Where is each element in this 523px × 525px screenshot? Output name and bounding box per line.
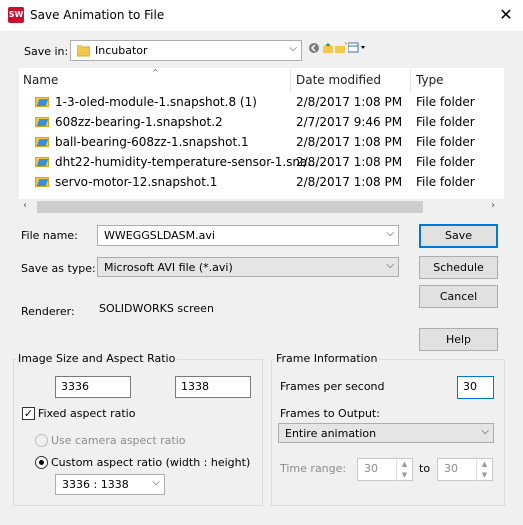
renderer-label: Renderer: — [21, 305, 75, 318]
frames-output-value: Entire animation — [285, 427, 377, 440]
file-type: File folder — [416, 115, 475, 129]
close-icon[interactable]: ✕ — [492, 3, 520, 27]
folder-snapshot-icon — [35, 135, 50, 148]
file-type: File folder — [416, 155, 475, 169]
spin-up-icon[interactable]: ▲ — [476, 459, 492, 470]
custom-aspect-radio[interactable] — [35, 456, 48, 469]
file-name: 608zz-bearing-1.snapshot.2 — [55, 115, 223, 129]
chevron-down-icon: ⌵ — [386, 260, 394, 271]
list-item[interactable]: servo-motor-12.snapshot.1 2/8/2017 1:08 … — [19, 172, 504, 192]
save-as-type-value: Microsoft AVI file (*.avi) — [104, 261, 233, 274]
spin-down-icon[interactable]: ▼ — [396, 470, 412, 481]
file-date: 2/7/2017 9:46 PM — [296, 115, 403, 129]
chevron-down-icon[interactable]: ⌵ — [386, 228, 394, 239]
folder-icon — [76, 44, 91, 57]
time-from-spinner[interactable]: 30 ▲ ▼ — [357, 458, 413, 481]
title-bar: SW Save Animation to File ✕ — [0, 0, 523, 31]
list-item[interactable]: dht22-humidity-temperature-sensor-1.sna.… — [19, 152, 504, 172]
fixed-aspect-checkbox[interactable]: ✓ — [22, 407, 35, 420]
file-date: 2/8/2017 1:08 PM — [296, 95, 403, 109]
save-in-value: Incubator — [95, 44, 148, 57]
file-date: 2/8/2017 1:08 PM — [296, 155, 403, 169]
file-name: ball-bearing-608zz-1.snapshot.1 — [55, 135, 249, 149]
height-input[interactable]: 1338 — [175, 376, 251, 398]
save-in-dropdown[interactable]: Incubator ⌵ — [70, 40, 302, 61]
renderer-value: SOLIDWORKS screen — [99, 302, 214, 315]
time-to-spinner[interactable]: 30 ▲ ▼ — [437, 458, 493, 481]
custom-aspect-value: 3336 : 1338 — [62, 478, 129, 491]
view-menu-icon[interactable] — [347, 42, 368, 54]
column-header-name[interactable]: Name — [23, 73, 58, 87]
file-name: 1-3-oled-module-1.snapshot.8 (1) — [55, 95, 257, 109]
time-from-value: 30 — [364, 462, 378, 475]
cancel-button[interactable]: Cancel — [419, 285, 498, 308]
save-in-label: Save in: — [24, 45, 69, 58]
custom-aspect-dropdown[interactable]: 3336 : 1338 ⌵ — [55, 474, 165, 495]
window-title: Save Animation to File — [30, 8, 165, 22]
app-icon: SW — [8, 7, 24, 23]
chevron-down-icon: ⌵ — [152, 477, 160, 488]
new-folder-icon[interactable] — [335, 41, 348, 54]
file-type: File folder — [416, 95, 475, 109]
list-item[interactable]: 1-3-oled-module-1.snapshot.8 (1) 2/8/201… — [19, 92, 504, 112]
list-item[interactable]: ball-bearing-608zz-1.snapshot.1 2/8/2017… — [19, 132, 504, 152]
file-type: File folder — [416, 175, 475, 189]
save-as-type-dropdown[interactable]: Microsoft AVI file (*.avi) ⌵ — [97, 257, 399, 277]
save-as-type-label: Save as type: — [21, 262, 96, 275]
sort-up-icon: ^ — [152, 68, 159, 77]
spin-down-icon[interactable]: ▼ — [476, 470, 492, 481]
folder-snapshot-icon — [35, 155, 50, 168]
help-button[interactable]: Help — [419, 328, 498, 351]
folder-snapshot-icon — [35, 175, 50, 188]
file-name-combobox[interactable]: WWEGGSLDASM.avi ⌵ — [97, 225, 399, 246]
time-to-label: to — [419, 462, 431, 475]
fps-input[interactable]: 30 — [457, 376, 494, 399]
file-date: 2/8/2017 1:08 PM — [296, 135, 403, 149]
image-size-title: Image Size and Aspect Ratio — [16, 352, 178, 365]
file-name: dht22-humidity-temperature-sensor-1.sna.… — [55, 155, 319, 169]
custom-aspect-label: Custom aspect ratio (width : height) — [51, 456, 251, 469]
column-header-type[interactable]: Type — [416, 73, 444, 87]
list-item[interactable]: 608zz-bearing-1.snapshot.2 2/7/2017 9:46… — [19, 112, 504, 132]
folder-snapshot-icon — [35, 115, 50, 128]
time-range-label: Time range: — [280, 462, 347, 475]
file-type: File folder — [416, 135, 475, 149]
frame-info-title: Frame Information — [274, 352, 380, 365]
file-name: servo-motor-12.snapshot.1 — [55, 175, 218, 189]
scroll-right-icon[interactable]: › — [491, 200, 495, 211]
frames-output-dropdown[interactable]: Entire animation ⌵ — [278, 423, 494, 443]
time-to-value: 30 — [444, 462, 458, 475]
column-header-date[interactable]: Date modified — [296, 73, 381, 87]
up-folder-icon[interactable] — [322, 42, 334, 54]
file-date: 2/8/2017 1:08 PM — [296, 175, 403, 189]
chevron-down-icon: ⌵ — [481, 426, 489, 437]
spin-up-icon[interactable]: ▲ — [396, 459, 412, 470]
file-list[interactable]: ^ Name Date modified Type 1-3-oled-modul… — [19, 68, 504, 199]
horizontal-scrollbar[interactable]: ‹ › — [19, 199, 504, 215]
camera-aspect-radio[interactable] — [35, 434, 48, 447]
width-input[interactable]: 3336 — [55, 376, 131, 398]
scroll-left-icon[interactable]: ‹ — [23, 200, 27, 211]
fps-label: Frames per second — [280, 380, 385, 393]
scrollbar-thumb[interactable] — [37, 201, 423, 213]
save-button[interactable]: Save — [419, 224, 498, 248]
camera-aspect-label: Use camera aspect ratio — [51, 434, 186, 447]
back-icon[interactable] — [308, 42, 320, 54]
schedule-button[interactable]: Schedule — [419, 256, 498, 279]
file-name-label: File name: — [21, 229, 78, 242]
file-name-value: WWEGGSLDASM.avi — [104, 229, 215, 242]
frames-output-label: Frames to Output: — [280, 407, 380, 420]
fixed-aspect-label: Fixed aspect ratio — [38, 407, 136, 420]
folder-snapshot-icon — [35, 95, 50, 108]
chevron-down-icon: ⌵ — [289, 43, 297, 54]
